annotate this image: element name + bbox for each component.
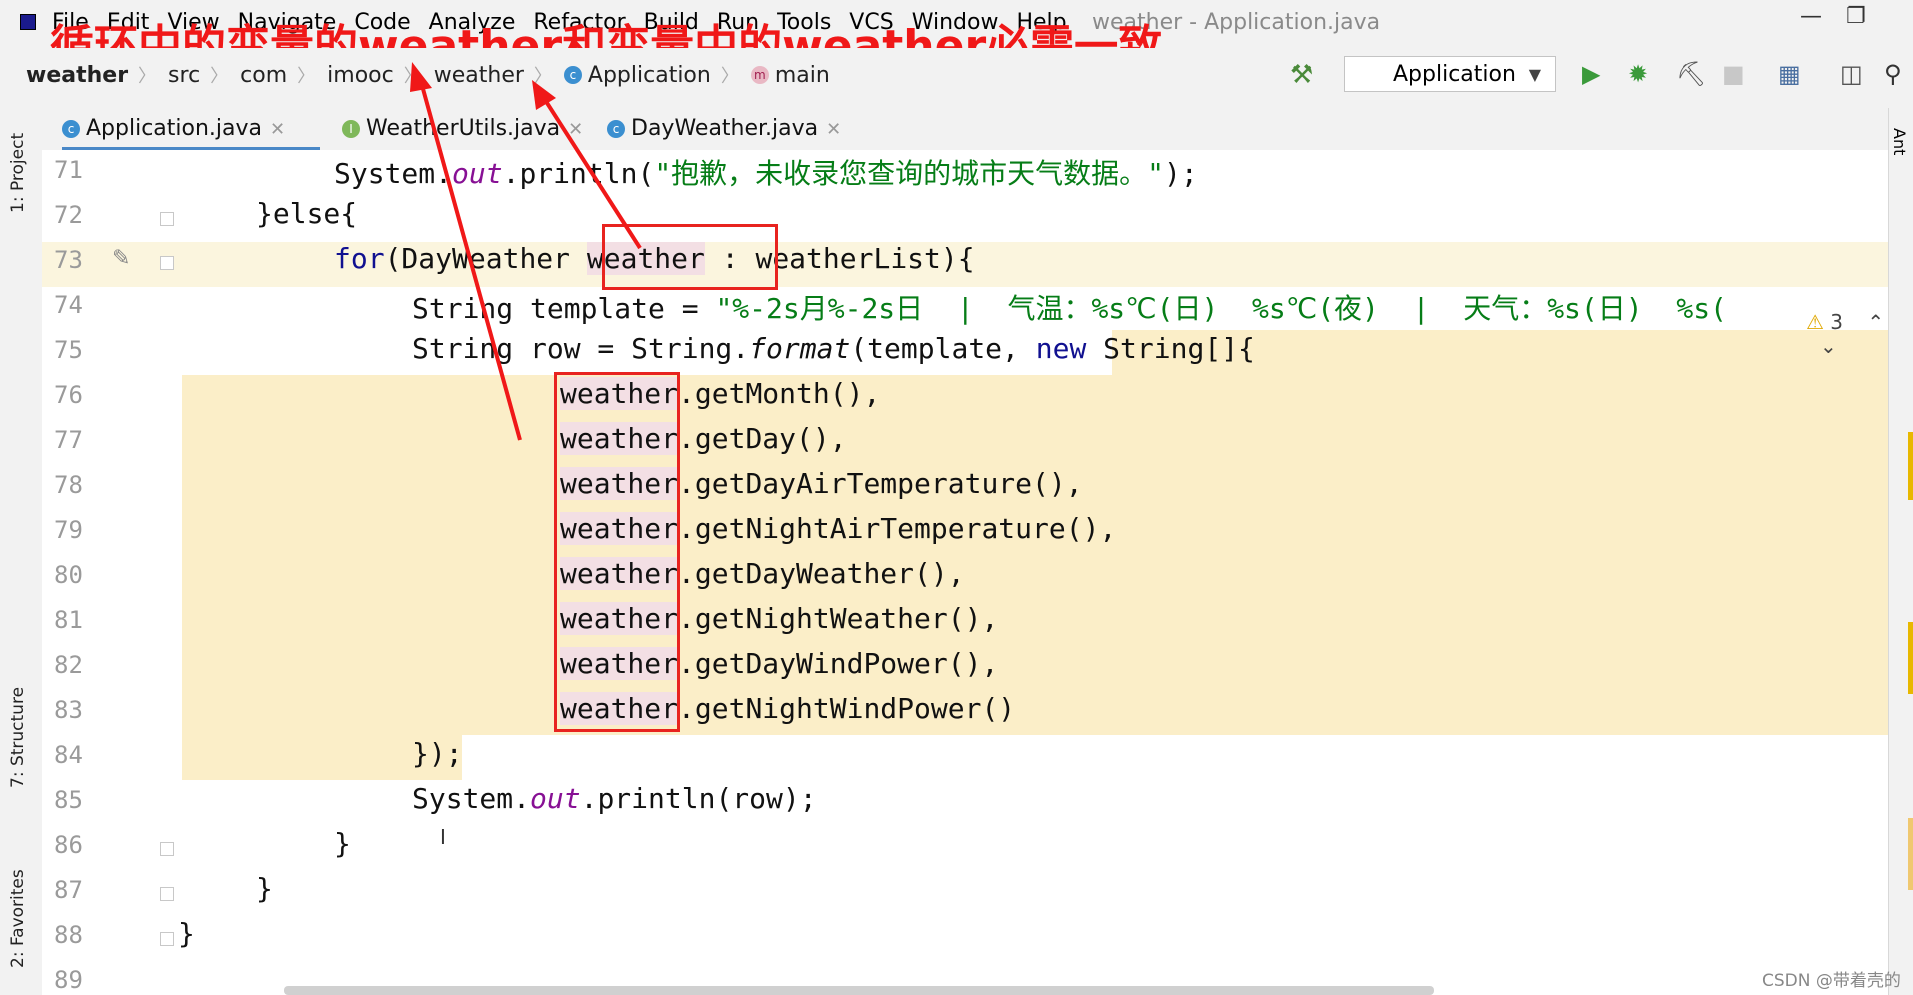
arrow-head-icon <box>532 80 556 110</box>
arrow-head-icon <box>410 62 432 92</box>
annotation-arrow <box>418 77 522 441</box>
horizontal-scrollbar[interactable] <box>284 986 1434 995</box>
watermark: CSDN @带着壳的 <box>1762 971 1901 991</box>
annotation-arrows <box>410 62 642 441</box>
annotation-arrow <box>538 90 642 250</box>
text-cursor-icon: I <box>440 825 446 849</box>
